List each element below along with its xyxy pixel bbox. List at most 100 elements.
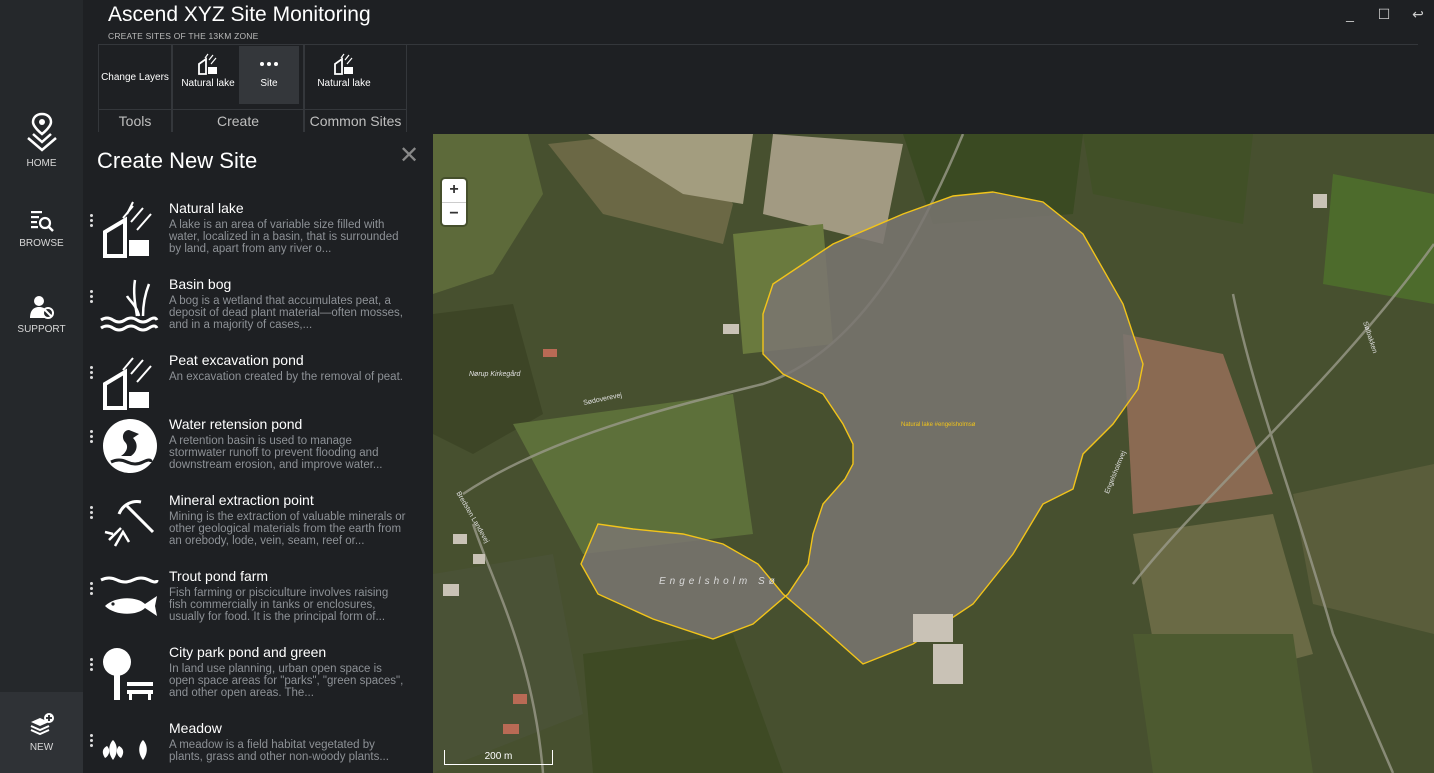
building [543, 349, 557, 357]
site-item-peat-excavation-pond[interactable]: Peat excavation pond An excavation creat… [83, 352, 433, 424]
field-area [1133, 634, 1313, 773]
common-sites-group-label: Common Sites [305, 109, 406, 129]
site-item-basin-bog[interactable]: Basin bog A bog is a wetland that accumu… [83, 276, 433, 348]
drag-handle-icon[interactable] [90, 290, 94, 305]
browse-icon [30, 211, 54, 232]
site-description: An excavation created by the removal of … [169, 371, 403, 383]
scale-bar: 200 m [444, 750, 553, 765]
site-description: A meadow is a field habitat vegetated by… [169, 739, 389, 764]
common-natural-lake-button[interactable]: Natural lake [313, 46, 375, 104]
nav-support-label: SUPPORT [17, 324, 66, 335]
site-description: A bog is a wetland that accumulates peat… [169, 295, 403, 332]
app-title: Ascend XYZ Site Monitoring [108, 3, 371, 26]
building [933, 644, 963, 684]
site-name: Natural lake [169, 200, 244, 216]
site-description: Mining is the extraction of valuable min… [169, 511, 406, 548]
natural-lake-icon [334, 53, 353, 75]
zoom-in-button[interactable]: + [442, 179, 466, 202]
natural-lake-icon [198, 53, 217, 75]
building [913, 614, 953, 642]
satellite-map [433, 134, 1434, 773]
support-icon [29, 296, 54, 319]
zoom-out-button[interactable]: − [442, 202, 466, 225]
site-name: Trout pond farm [169, 568, 269, 584]
site-name: Water retension pond [169, 416, 303, 432]
site-name: Basin bog [169, 276, 232, 292]
site-name: Mineral extraction point [169, 492, 314, 508]
pickaxe-icon [104, 500, 155, 547]
drag-handle-icon[interactable] [90, 734, 94, 749]
minimize-icon: _ [1346, 6, 1354, 22]
field-area [1323, 174, 1434, 304]
nav-home[interactable]: HOME [0, 112, 83, 169]
site-description: A lake is an area of variable size fille… [169, 219, 399, 256]
site-name: City park pond and green [169, 644, 327, 660]
map-view[interactable]: Natural lake #engelsholmsø Engelsholm Sø… [433, 134, 1434, 773]
site-item-mineral-extraction-point[interactable]: Mineral extraction point Mining is the e… [83, 492, 433, 564]
building [503, 724, 519, 734]
restore-icon: ↩ [1412, 5, 1424, 22]
create-natural-lake-label: Natural lake [181, 78, 235, 89]
change-layers-label: Change Layers [101, 72, 169, 83]
meadow-icon [102, 740, 147, 760]
ribbon-group-create: Natural lake Site Create [172, 44, 304, 132]
site-name: Peat excavation pond [169, 352, 304, 368]
site-item-natural-lake[interactable]: Natural lake A lake is an area of variab… [83, 200, 433, 272]
nav-browse[interactable]: BROWSE [0, 208, 83, 249]
drag-handle-icon[interactable] [90, 430, 94, 445]
site-item-meadow[interactable]: Meadow A meadow is a field habitat veget… [83, 720, 433, 773]
create-site-label: Site [260, 78, 278, 89]
site-description: Fish farming or pisciculture involves ra… [169, 587, 389, 624]
app-subtitle: CREATE SITES OF THE 13KM ZONE [108, 31, 259, 41]
nav-home-label: HOME [26, 158, 57, 169]
close-icon[interactable]: ✕ [399, 144, 419, 168]
maximize-icon: ☐ [1377, 5, 1391, 22]
nav-browse-label: BROWSE [19, 238, 64, 249]
heron-icon [103, 419, 157, 473]
drag-handle-icon[interactable] [90, 658, 94, 673]
panel-title: Create New Site [97, 148, 258, 173]
maximize-button[interactable]: ☐ [1372, 4, 1396, 24]
building [1313, 194, 1327, 208]
common-natural-lake-label: Natural lake [317, 78, 371, 89]
create-site-panel: Create New Site ✕ Natural lake A lake is… [83, 134, 433, 773]
create-natural-lake-button[interactable]: Natural lake [177, 46, 239, 104]
left-nav: HOME BROWSE SUPPORT NEW [0, 0, 83, 773]
peat-excavation-icon [103, 357, 152, 410]
site-description: In land use planning, urban open space i… [169, 663, 404, 700]
drag-handle-icon[interactable] [90, 214, 94, 229]
building [443, 584, 459, 596]
top-header: Ascend XYZ Site Monitoring CREATE SITES … [83, 0, 1434, 134]
drag-handle-icon[interactable] [90, 506, 94, 521]
nav-support[interactable]: SUPPORT [0, 294, 83, 335]
lake-polygon-label: Natural lake #engelsholmsø [901, 422, 976, 428]
natural-lake-icon [103, 201, 152, 258]
site-item-city-park-pond[interactable]: City park pond and green In land use pla… [83, 644, 433, 716]
change-layers-button[interactable]: Change Layers [100, 46, 170, 104]
home-icon [26, 112, 57, 152]
site-item-water-retension-pond[interactable]: Water retension pond A retention basin i… [83, 416, 433, 488]
minimize-button[interactable]: _ [1338, 4, 1362, 24]
place-label: Nørup Kirkegård [469, 371, 521, 378]
lake-name-label: Engelsholm Sø [659, 576, 779, 587]
drag-handle-icon[interactable] [90, 366, 94, 381]
site-item-trout-pond-farm[interactable]: Trout pond farm Fish farming or piscicul… [83, 568, 433, 640]
fish-icon [100, 576, 159, 616]
nav-new[interactable]: NEW [0, 692, 83, 773]
nav-new-label: NEW [29, 742, 54, 753]
drag-handle-icon[interactable] [90, 582, 94, 597]
building [473, 554, 485, 564]
restore-button[interactable]: ↩ [1406, 4, 1430, 24]
tree-bench-icon [103, 648, 153, 700]
ribbon-group-tools: Change Layers Tools [98, 44, 172, 132]
create-group-label: Create [173, 109, 303, 129]
new-layers-icon [30, 713, 54, 736]
building [723, 324, 739, 334]
basin-bog-icon [100, 279, 159, 332]
building [453, 534, 467, 544]
ribbon-group-common-sites: Natural lake Common Sites [304, 44, 407, 132]
tools-group-label: Tools [99, 109, 171, 129]
more-icon [260, 62, 278, 66]
site-description: A retention basin is used to manage stor… [169, 435, 383, 472]
create-site-button[interactable]: Site [239, 46, 299, 104]
